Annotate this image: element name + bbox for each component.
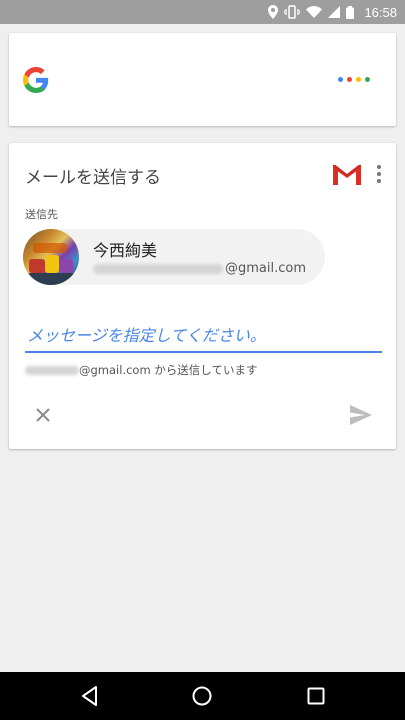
recents-icon[interactable]: [304, 684, 328, 708]
avatar: [23, 229, 79, 285]
google-search-card[interactable]: [9, 33, 396, 126]
navigation-bar: [0, 672, 405, 720]
recipient-email: @gmail.com: [93, 261, 306, 276]
assistant-dot-yellow: [356, 77, 361, 82]
card-title: メールを送信する: [25, 168, 161, 188]
send-email-card: メールを送信する 送信先 今西絢美 @gmail.com @gmail.com …: [9, 143, 396, 449]
vibrate-icon: [284, 5, 301, 19]
recipient-chip[interactable]: 今西絢美 @gmail.com: [23, 229, 325, 285]
assistant-dot-green: [365, 77, 370, 82]
status-time: 16:58: [364, 4, 397, 20]
recipient-name: 今西絢美: [93, 241, 158, 260]
more-options-icon[interactable]: [376, 165, 382, 183]
gmail-icon[interactable]: [332, 163, 362, 185]
back-icon[interactable]: [78, 684, 102, 708]
close-icon[interactable]: [33, 405, 53, 425]
sender-info-text: @gmail.com から送信しています: [79, 363, 258, 377]
google-g-icon[interactable]: [23, 67, 49, 93]
home-icon[interactable]: [190, 684, 214, 708]
recipient-email-domain: @gmail.com: [225, 261, 307, 276]
send-icon[interactable]: [350, 405, 372, 425]
to-label: 送信先: [25, 208, 58, 221]
battery-icon: [346, 5, 355, 19]
status-icons: 16:58: [268, 0, 397, 24]
assistant-dot-blue: [338, 77, 343, 82]
wifi-icon: [306, 6, 323, 18]
signal-icon: [328, 6, 341, 18]
assistant-dots-icon[interactable]: [338, 77, 370, 82]
message-input[interactable]: [25, 319, 382, 353]
redacted-email-user: [93, 263, 223, 274]
redacted-sender-user: [25, 365, 79, 375]
status-bar: 16:58: [0, 0, 405, 24]
assistant-dot-red: [347, 77, 352, 82]
location-icon: [268, 5, 279, 19]
sender-info: @gmail.com から送信しています: [25, 362, 257, 378]
